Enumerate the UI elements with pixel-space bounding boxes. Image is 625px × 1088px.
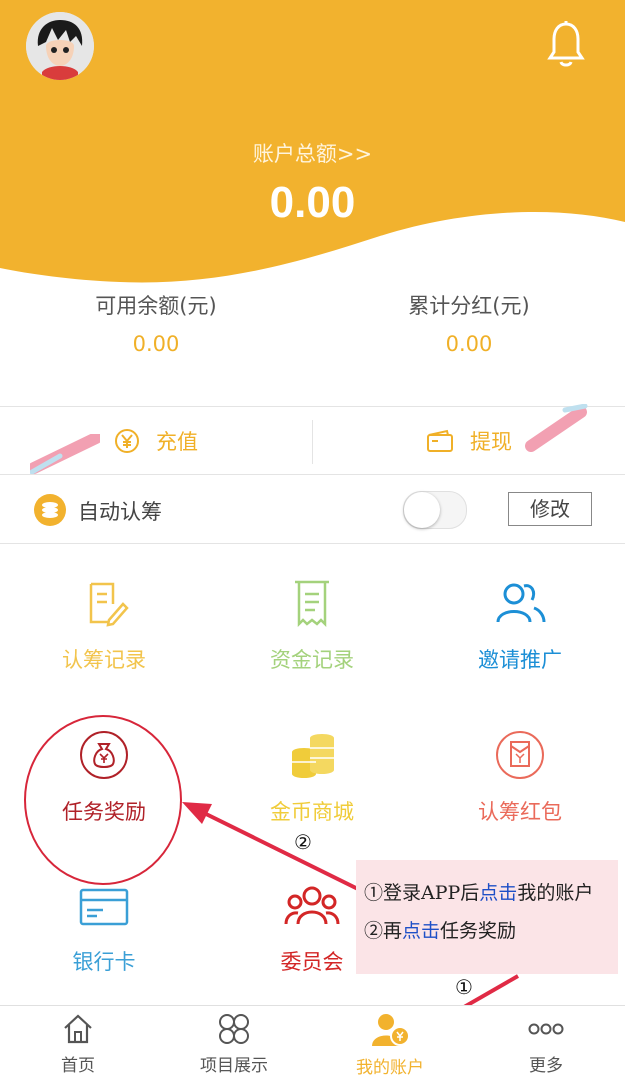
nav-my-account[interactable]: 我的账户: [312, 1012, 468, 1078]
annotation-box: ①登录APP后点击我的账户 ②再点击任务奖励: [356, 860, 618, 974]
available-balance-value: 0.00: [132, 332, 180, 356]
avatar[interactable]: [26, 12, 94, 80]
total-balance-value: 0.00: [269, 178, 356, 227]
recharge-label: 充值: [156, 430, 198, 454]
home-icon: [64, 1014, 92, 1044]
withdraw-label: 提现: [470, 430, 512, 454]
grid-icon: [219, 1014, 249, 1044]
nav-projects-label: 项目展示: [200, 1056, 268, 1076]
coins-icon: [34, 494, 66, 526]
modify-button[interactable]: 修改: [508, 492, 592, 526]
invite-promotion-button[interactable]: 邀请推广: [416, 578, 624, 674]
nav-my-account-label: 我的账户: [356, 1058, 424, 1078]
fund-records-button[interactable]: 资金记录: [208, 578, 416, 674]
cumulative-dividend-value: 0.00: [445, 332, 493, 356]
annotation-line-1: ①登录APP后点击我的账户: [364, 882, 594, 904]
subscription-records-button[interactable]: 认筹记录: [0, 578, 208, 674]
wallet-icon: [427, 429, 453, 452]
total-balance-link[interactable]: 账户总额>>: [0, 138, 625, 168]
scribble-decoration: [525, 404, 588, 452]
nav-home[interactable]: 首页: [0, 1012, 156, 1076]
more-icon: [528, 1023, 564, 1035]
annotation-marker-2: ②: [294, 830, 312, 854]
nav-more-label: 更多: [529, 1056, 563, 1076]
auto-subscribe-label: 自动认筹: [78, 500, 162, 524]
account-icon: [372, 1014, 410, 1046]
invite-promotion-label: 邀请推广: [478, 648, 562, 672]
divider: [0, 543, 625, 544]
users-icon: [496, 583, 546, 623]
divider: [0, 474, 625, 475]
fund-records-label: 资金记录: [270, 648, 354, 672]
edit-document-icon: [89, 582, 129, 627]
yen-icon: [115, 429, 139, 453]
auto-subscribe-toggle[interactable]: [403, 491, 467, 529]
cumulative-dividend-label: 累计分红(元): [408, 294, 530, 318]
annotation-line-2: ②再点击任务奖励: [364, 920, 517, 942]
nav-more[interactable]: 更多: [468, 1012, 624, 1076]
nav-home-label: 首页: [61, 1056, 95, 1076]
bell-icon[interactable]: [546, 20, 586, 68]
auto-subscribe-row: 自动认筹 修改: [0, 476, 625, 542]
annotation-marker-1: ①: [455, 975, 473, 999]
subscription-records-label: 认筹记录: [62, 648, 146, 672]
scribble-decoration: [30, 434, 100, 474]
nav-projects[interactable]: 项目展示: [156, 1012, 312, 1076]
available-balance-label: 可用余额(元): [95, 294, 217, 318]
receipt-icon: [295, 580, 329, 628]
